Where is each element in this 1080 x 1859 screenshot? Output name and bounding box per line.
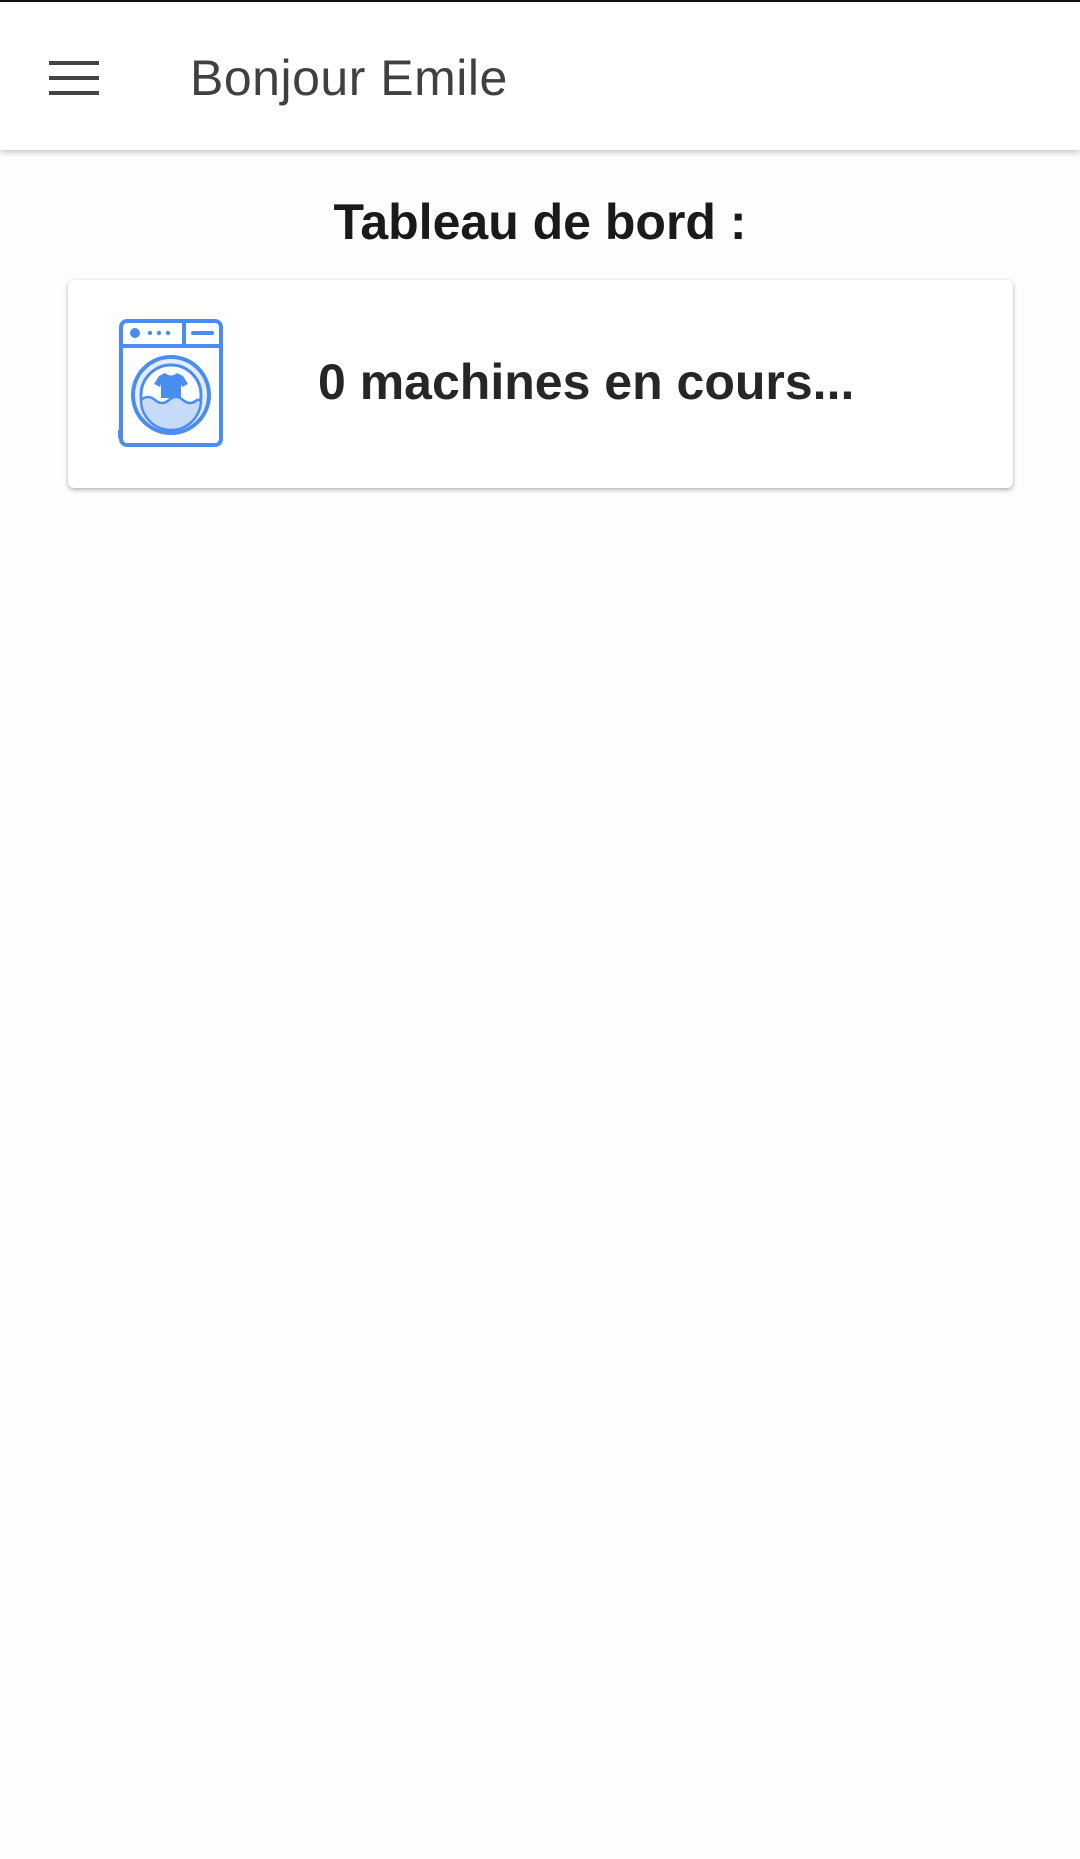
page-title: Bonjour Emile	[190, 50, 508, 106]
menu-button[interactable]	[36, 42, 112, 114]
running-machines-label: machines en cours...	[359, 354, 855, 410]
running-machines-text: 0 machines en cours...	[318, 352, 854, 412]
dashboard-title: Tableau de bord :	[333, 194, 747, 250]
washing-machine-icon	[118, 319, 223, 447]
app-bar: Bonjour Emile	[0, 0, 1080, 150]
machines-status-card[interactable]: 0 machines en cours...	[68, 280, 1013, 488]
running-machines-count: 0	[318, 354, 346, 410]
hamburger-menu-icon	[49, 61, 99, 95]
